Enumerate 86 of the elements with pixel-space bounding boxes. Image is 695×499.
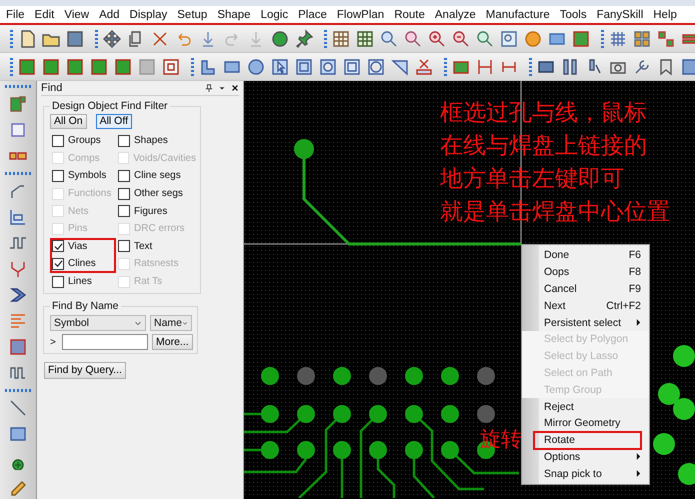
- menu-item[interactable]: Cancel F9: [522, 280, 649, 298]
- menu-item[interactable]: Next Ctrl+F2: [522, 297, 649, 314]
- zoom-window-icon[interactable]: [499, 28, 519, 48]
- menu-item[interactable]: Edit: [34, 8, 54, 20]
- filter-checkbox[interactable]: Clines: [50, 255, 116, 273]
- menu-item[interactable]: Help: [653, 8, 677, 20]
- circle-frame-icon[interactable]: [318, 56, 338, 76]
- caret-icon: [134, 319, 142, 328]
- delete-icon[interactable]: [414, 56, 434, 76]
- menu-item[interactable]: FlowPlan: [336, 8, 384, 20]
- circle-frame-icon[interactable]: [366, 56, 386, 76]
- menu-item[interactable]: Mirror Geometry: [522, 414, 649, 432]
- dropdown-icon[interactable]: [218, 84, 226, 92]
- square-frame-icon[interactable]: [342, 56, 362, 76]
- menu-item[interactable]: Place: [298, 8, 327, 20]
- toolbar-grip[interactable]: [444, 58, 447, 76]
- menu-item[interactable]: Snap pick to: [522, 465, 649, 482]
- menu-item[interactable]: View: [64, 8, 90, 20]
- toolbar-grip[interactable]: [529, 58, 532, 76]
- submenu-arrow-icon: [636, 319, 641, 326]
- line-icon[interactable]: [8, 398, 28, 418]
- submenu-arrow-icon: [636, 453, 641, 460]
- save-icon[interactable]: [65, 28, 85, 48]
- menu-item[interactable]: Add: [99, 8, 120, 20]
- menu-item[interactable]: Shape: [217, 8, 251, 20]
- menu-item[interactable]: Options: [522, 448, 649, 466]
- mode-select[interactable]: Name: [150, 315, 192, 332]
- frame-icon[interactable]: [294, 56, 314, 76]
- filter-checkbox[interactable]: Symbols: [50, 167, 116, 185]
- filter-button[interactable]: All On: [50, 114, 87, 129]
- pushpin-icon[interactable]: [294, 28, 314, 48]
- zoom-icon[interactable]: [379, 28, 399, 48]
- filter-checkbox[interactable]: Vias: [50, 238, 116, 256]
- squares-icon[interactable]: [656, 28, 676, 48]
- toolbar-grip[interactable]: [10, 30, 13, 48]
- pointer-icon[interactable]: [270, 56, 290, 76]
- menu-item[interactable]: Logic: [260, 8, 288, 20]
- zoom-icon[interactable]: [403, 28, 423, 48]
- zoom-icon[interactable]: [475, 28, 495, 48]
- menu-item[interactable]: FanySkill: [596, 8, 644, 20]
- filter-checkbox[interactable]: Figures: [116, 202, 196, 220]
- slide-icon[interactable]: [8, 207, 28, 227]
- menu-item[interactable]: Manufacture: [486, 8, 550, 20]
- menu-item[interactable]: Done F6: [522, 247, 649, 264]
- name-input-field[interactable]: [62, 334, 148, 350]
- panel-title: Find: [41, 82, 62, 94]
- move-icon[interactable]: [102, 28, 122, 48]
- group-title: Design Object Find Filter: [51, 100, 169, 112]
- toolbar-grip[interactable]: [5, 85, 31, 88]
- toolbar-grip[interactable]: [10, 58, 13, 76]
- filter-checkbox[interactable]: Shapes: [116, 132, 196, 150]
- circle-icon[interactable]: [246, 56, 266, 76]
- menu-item[interactable]: Persistent select: [522, 314, 649, 331]
- more-button[interactable]: More...: [152, 334, 193, 350]
- filter-checkbox[interactable]: Cline segs: [116, 167, 196, 185]
- filter-checkbox[interactable]: Lines: [50, 272, 116, 290]
- zoom-out-icon[interactable]: [451, 28, 471, 48]
- filter-checkbox[interactable]: Groups: [50, 132, 116, 150]
- menu-item[interactable]: Oops F8: [522, 264, 649, 281]
- toolbar-grip[interactable]: [5, 172, 31, 175]
- squares-icon[interactable]: [632, 28, 652, 48]
- component-icon[interactable]: [8, 94, 28, 114]
- menu-item[interactable]: Display: [130, 8, 168, 20]
- menu-item[interactable]: Analyze: [434, 8, 476, 20]
- zoom-in-icon[interactable]: [427, 28, 447, 48]
- prompt-sign: >: [50, 336, 57, 348]
- menu-item[interactable]: Reject: [522, 398, 649, 415]
- menu-item[interactable]: Route: [394, 8, 425, 20]
- filter-button[interactable]: All Off: [96, 114, 132, 129]
- find-by-query-button[interactable]: Find by Query...: [44, 362, 126, 380]
- toolbar-grip[interactable]: [5, 389, 31, 392]
- toolbar-grip[interactable]: [601, 30, 604, 48]
- submenu-arrow-icon: [636, 470, 641, 478]
- toolbar-grip[interactable]: [95, 30, 98, 48]
- menu-item[interactable]: Tools: [560, 8, 587, 20]
- menu-item[interactable]: Setup: [177, 8, 208, 20]
- filter-checkbox[interactable]: Other segs: [116, 184, 196, 202]
- menu-item[interactable]: Rotate: [534, 432, 641, 449]
- toolbar-grip[interactable]: [191, 58, 194, 76]
- toolbar-grip[interactable]: [324, 30, 327, 48]
- pin-icon[interactable]: [205, 84, 213, 92]
- close-icon[interactable]: [231, 84, 239, 92]
- type-select[interactable]: Symbol: [50, 315, 146, 332]
- menu-item[interactable]: File: [6, 8, 25, 20]
- filter-checkbox[interactable]: Text: [116, 238, 196, 256]
- group-title: Find By Name: [51, 300, 120, 312]
